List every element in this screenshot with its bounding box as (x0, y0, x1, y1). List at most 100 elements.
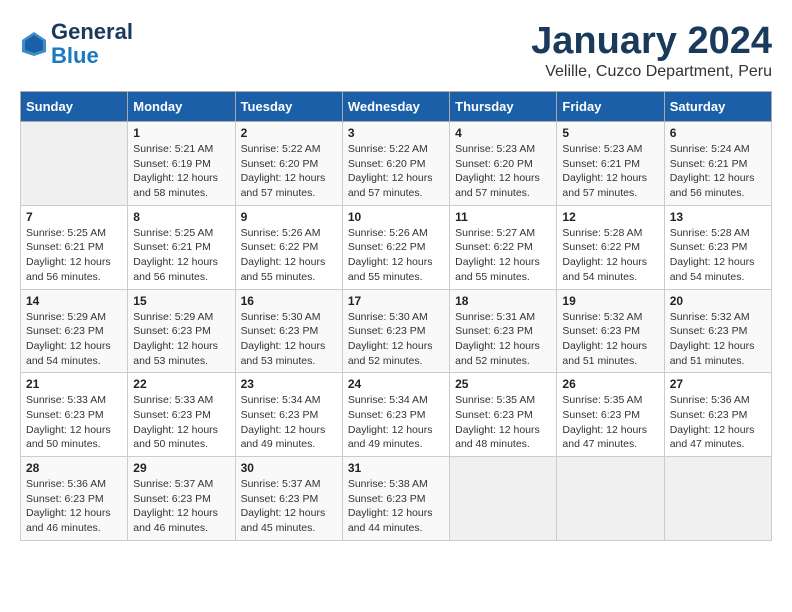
title-area: January 2024 Velille, Cuzco Department, … (531, 20, 772, 81)
day-number: 31 (348, 461, 444, 475)
day-number: 3 (348, 126, 444, 140)
calendar-cell: 19Sunrise: 5:32 AM Sunset: 6:23 PM Dayli… (557, 289, 664, 373)
calendar-cell: 1Sunrise: 5:21 AM Sunset: 6:19 PM Daylig… (128, 122, 235, 206)
calendar-table: SundayMondayTuesdayWednesdayThursdayFrid… (20, 91, 772, 541)
day-info: Sunrise: 5:35 AM Sunset: 6:23 PM Dayligh… (455, 393, 551, 452)
calendar-cell: 30 Sunrise: 5:37 AM Sunset: 6:23 PM Dayli… (235, 457, 342, 541)
calendar-cell: 4Sunrise: 5:23 AM Sunset: 6:20 PM Daylig… (450, 122, 557, 206)
day-number: 17 (348, 294, 444, 308)
calendar-cell (21, 122, 128, 206)
day-info: Sunrise: 5:22 AM Sunset: 6:20 PM Dayligh… (348, 142, 444, 201)
calendar-cell: 2 Sunrise: 5:22 AM Sunset: 6:20 PM Daylig… (235, 122, 342, 206)
day-number: 11 (455, 210, 551, 224)
calendar-cell: 24Sunrise: 5:34 AM Sunset: 6:23 PM Dayli… (342, 373, 449, 457)
day-info: Sunrise: 5:36 AM Sunset: 6:23 PM Dayligh… (26, 477, 122, 536)
month-title: January 2024 (531, 20, 772, 63)
weekday-header-cell: Thursday (450, 92, 557, 122)
day-info: Sunrise: 5:26 AM Sunset: 6:22 PM Dayligh… (241, 226, 337, 285)
day-info: Sunrise: 5:34 AM Sunset: 6:23 PM Dayligh… (241, 393, 337, 452)
calendar-cell: 21 Sunrise: 5:33 AM Sunset: 6:23 PM Dayli… (21, 373, 128, 457)
subtitle: Velille, Cuzco Department, Peru (531, 63, 772, 81)
day-info: Sunrise: 5:26 AM Sunset: 6:22 PM Dayligh… (348, 226, 444, 285)
day-number: 16 (241, 294, 337, 308)
day-info: Sunrise: 5:32 AM Sunset: 6:23 PM Dayligh… (562, 310, 658, 369)
calendar-cell: 25 Sunrise: 5:35 AM Sunset: 6:23 PM Dayli… (450, 373, 557, 457)
day-info: Sunrise: 5:22 AM Sunset: 6:20 PM Dayligh… (241, 142, 337, 201)
weekday-header-cell: Wednesday (342, 92, 449, 122)
day-number: 7 (26, 210, 122, 224)
calendar-cell (450, 457, 557, 541)
header: General Blue January 2024 Velille, Cuzco… (20, 20, 772, 81)
day-info: Sunrise: 5:29 AM Sunset: 6:23 PM Dayligh… (26, 310, 122, 369)
day-number: 9 (241, 210, 337, 224)
calendar-week-row: 14 Sunrise: 5:29 AM Sunset: 6:23 PM Dayli… (21, 289, 772, 373)
calendar-cell: 14 Sunrise: 5:29 AM Sunset: 6:23 PM Dayli… (21, 289, 128, 373)
calendar-cell: 20Sunrise: 5:32 AM Sunset: 6:23 PM Dayli… (664, 289, 771, 373)
weekday-header-cell: Sunday (21, 92, 128, 122)
day-info: Sunrise: 5:37 AM Sunset: 6:23 PM Dayligh… (133, 477, 229, 536)
day-number: 10 (348, 210, 444, 224)
day-number: 14 (26, 294, 122, 308)
day-number: 6 (670, 126, 766, 140)
day-number: 15 (133, 294, 229, 308)
calendar-cell: 13 Sunrise: 5:28 AM Sunset: 6:23 PM Dayli… (664, 205, 771, 289)
calendar-week-row: 1Sunrise: 5:21 AM Sunset: 6:19 PM Daylig… (21, 122, 772, 206)
day-number: 25 (455, 377, 551, 391)
logo-line1: General (51, 20, 133, 44)
day-number: 20 (670, 294, 766, 308)
calendar-cell: 27Sunrise: 5:36 AM Sunset: 6:23 PM Dayli… (664, 373, 771, 457)
day-info: Sunrise: 5:27 AM Sunset: 6:22 PM Dayligh… (455, 226, 551, 285)
calendar-cell: 28 Sunrise: 5:36 AM Sunset: 6:23 PM Dayli… (21, 457, 128, 541)
logo-icon (20, 30, 48, 58)
day-number: 2 (241, 126, 337, 140)
calendar-header: SundayMondayTuesdayWednesdayThursdayFrid… (21, 92, 772, 122)
day-number: 27 (670, 377, 766, 391)
calendar-cell: 9 Sunrise: 5:26 AM Sunset: 6:22 PM Daylig… (235, 205, 342, 289)
day-number: 30 (241, 461, 337, 475)
calendar-week-row: 7 Sunrise: 5:25 AM Sunset: 6:21 PM Daylig… (21, 205, 772, 289)
calendar-cell: 10 Sunrise: 5:26 AM Sunset: 6:22 PM Dayli… (342, 205, 449, 289)
day-info: Sunrise: 5:35 AM Sunset: 6:23 PM Dayligh… (562, 393, 658, 452)
calendar-week-row: 28 Sunrise: 5:36 AM Sunset: 6:23 PM Dayli… (21, 457, 772, 541)
day-number: 21 (26, 377, 122, 391)
calendar-cell: 15 Sunrise: 5:29 AM Sunset: 6:23 PM Dayli… (128, 289, 235, 373)
day-number: 28 (26, 461, 122, 475)
calendar-cell: 6 Sunrise: 5:24 AM Sunset: 6:21 PM Daylig… (664, 122, 771, 206)
calendar-cell: 5Sunrise: 5:23 AM Sunset: 6:21 PM Daylig… (557, 122, 664, 206)
calendar-cell: 11 Sunrise: 5:27 AM Sunset: 6:22 PM Dayli… (450, 205, 557, 289)
day-info: Sunrise: 5:28 AM Sunset: 6:23 PM Dayligh… (670, 226, 766, 285)
calendar-cell: 17 Sunrise: 5:30 AM Sunset: 6:23 PM Dayli… (342, 289, 449, 373)
calendar-cell: 23 Sunrise: 5:34 AM Sunset: 6:23 PM Dayli… (235, 373, 342, 457)
calendar-week-row: 21 Sunrise: 5:33 AM Sunset: 6:23 PM Dayli… (21, 373, 772, 457)
calendar-cell: 8 Sunrise: 5:25 AM Sunset: 6:21 PM Daylig… (128, 205, 235, 289)
day-info: Sunrise: 5:31 AM Sunset: 6:23 PM Dayligh… (455, 310, 551, 369)
day-number: 26 (562, 377, 658, 391)
calendar-body: 1Sunrise: 5:21 AM Sunset: 6:19 PM Daylig… (21, 122, 772, 541)
day-info: Sunrise: 5:25 AM Sunset: 6:21 PM Dayligh… (26, 226, 122, 285)
day-info: Sunrise: 5:33 AM Sunset: 6:23 PM Dayligh… (26, 393, 122, 452)
day-number: 8 (133, 210, 229, 224)
calendar-cell: 31 Sunrise: 5:38 AM Sunset: 6:23 PM Dayli… (342, 457, 449, 541)
day-info: Sunrise: 5:29 AM Sunset: 6:23 PM Dayligh… (133, 310, 229, 369)
day-info: Sunrise: 5:30 AM Sunset: 6:23 PM Dayligh… (348, 310, 444, 369)
day-info: Sunrise: 5:23 AM Sunset: 6:21 PM Dayligh… (562, 142, 658, 201)
calendar-cell: 12Sunrise: 5:28 AM Sunset: 6:22 PM Dayli… (557, 205, 664, 289)
day-number: 13 (670, 210, 766, 224)
calendar-cell (664, 457, 771, 541)
day-number: 4 (455, 126, 551, 140)
day-info: Sunrise: 5:25 AM Sunset: 6:21 PM Dayligh… (133, 226, 229, 285)
day-info: Sunrise: 5:37 AM Sunset: 6:23 PM Dayligh… (241, 477, 337, 536)
calendar-cell: 18 Sunrise: 5:31 AM Sunset: 6:23 PM Dayli… (450, 289, 557, 373)
day-number: 18 (455, 294, 551, 308)
day-info: Sunrise: 5:38 AM Sunset: 6:23 PM Dayligh… (348, 477, 444, 536)
day-info: Sunrise: 5:28 AM Sunset: 6:22 PM Dayligh… (562, 226, 658, 285)
calendar-cell: 29 Sunrise: 5:37 AM Sunset: 6:23 PM Dayli… (128, 457, 235, 541)
day-number: 23 (241, 377, 337, 391)
calendar-cell (557, 457, 664, 541)
day-number: 29 (133, 461, 229, 475)
weekday-header-row: SundayMondayTuesdayWednesdayThursdayFrid… (21, 92, 772, 122)
logo: General Blue (20, 20, 133, 68)
calendar-cell: 16Sunrise: 5:30 AM Sunset: 6:23 PM Dayli… (235, 289, 342, 373)
day-info: Sunrise: 5:24 AM Sunset: 6:21 PM Dayligh… (670, 142, 766, 201)
weekday-header-cell: Monday (128, 92, 235, 122)
